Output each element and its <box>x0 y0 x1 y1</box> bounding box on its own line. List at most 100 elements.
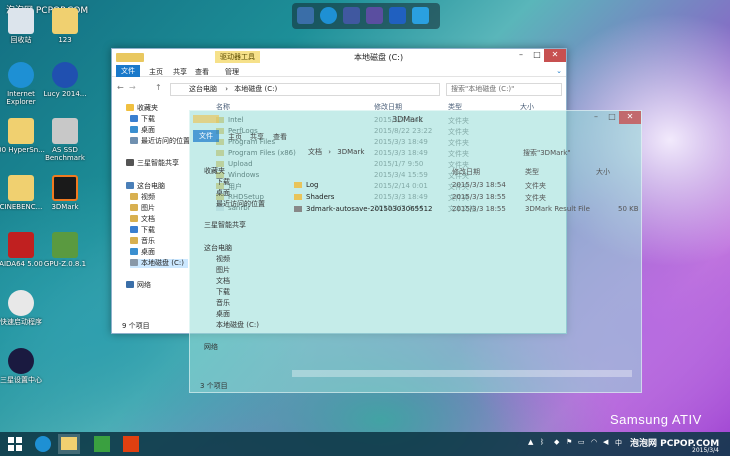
nav-music[interactable]: 音乐 <box>130 237 155 246</box>
desktop-icon-lucy[interactable]: Lucy 2014... <box>39 62 91 98</box>
battery-icon[interactable]: ▭ <box>578 438 585 446</box>
menu-home[interactable]: 主页 <box>228 132 242 142</box>
nav-downloads[interactable]: 下载 <box>216 178 230 187</box>
address-bar[interactable]: 文档 › 3DMark <box>250 147 505 159</box>
nav-music[interactable]: 音乐 <box>216 299 230 308</box>
nav-this-pc[interactable]: 这台电脑 <box>204 244 232 253</box>
nav-desktop[interactable]: 桌面 <box>130 126 155 135</box>
nav-pictures[interactable]: 图片 <box>216 266 230 275</box>
nav-downloads-pc[interactable]: 下载 <box>216 288 230 297</box>
nav-downloads-pc[interactable]: 下载 <box>130 226 155 235</box>
nav-videos[interactable]: 视频 <box>216 255 230 264</box>
input-language[interactable]: 中 <box>615 438 622 448</box>
maximize-button[interactable]: □ <box>605 111 619 124</box>
tray-app-icon[interactable]: ◆ <box>554 438 559 446</box>
breadcrumb-item[interactable]: 3DMark <box>337 148 364 156</box>
app-icon[interactable] <box>412 7 429 24</box>
nav-label: 本地磁盘 (C:) <box>141 259 184 267</box>
taskbar-store[interactable] <box>91 434 113 454</box>
quick-access-icon[interactable] <box>193 115 219 123</box>
desktop-icon-quick-launch[interactable]: 快速启动程序 <box>0 290 47 326</box>
nav-recent[interactable]: 最近访问的位置 <box>130 137 190 146</box>
ie-icon[interactable] <box>320 7 337 24</box>
nav-samsung-share[interactable]: 三星智能共享 <box>204 221 246 230</box>
nav-local-disk[interactable]: 本地磁盘 (C:) <box>130 259 188 268</box>
minimize-button[interactable]: – <box>589 111 603 124</box>
tray-up-arrow-icon[interactable]: ▲ <box>528 438 533 446</box>
app-icon[interactable] <box>366 7 383 24</box>
nav-videos[interactable]: 视频 <box>130 193 155 202</box>
minimize-button[interactable]: – <box>514 49 528 62</box>
app-icon[interactable] <box>389 7 406 24</box>
nav-documents[interactable]: 文档 <box>216 277 230 286</box>
search-input[interactable]: 搜索"本地磁盘 (C:)" <box>446 83 562 96</box>
menu-view[interactable]: 查看 <box>195 67 209 77</box>
flag-icon[interactable]: ⚑ <box>566 438 572 446</box>
breadcrumb-item[interactable]: 文档 <box>308 148 322 156</box>
nav-downloads[interactable]: 下载 <box>130 115 155 124</box>
nav-this-pc[interactable]: 这台电脑 <box>126 182 165 191</box>
breadcrumb-item[interactable]: 这台电脑 <box>189 85 217 93</box>
desktop-icon-samsung-settings[interactable]: 三星设置中心 <box>0 348 47 384</box>
computer-icon <box>126 182 134 189</box>
nav-desktop[interactable]: 桌面 <box>216 189 230 198</box>
maximize-button[interactable]: □ <box>530 49 544 62</box>
menu-manage[interactable]: 管理 <box>225 67 239 77</box>
explorer-window-3dmark[interactable]: 3DMark – □ ✕ 文件 主页 共享 查看 文档 › 3DMark 搜索"… <box>189 110 642 393</box>
desktop-icon-folder-123[interactable]: 123 <box>39 8 91 44</box>
nav-desktop-pc[interactable]: 桌面 <box>130 248 155 257</box>
menu-view[interactable]: 查看 <box>273 132 287 142</box>
nav-favorites[interactable]: 收藏夹 <box>204 167 225 176</box>
column-header-date[interactable]: 修改日期 <box>452 167 480 177</box>
close-button[interactable]: ✕ <box>544 49 566 62</box>
nav-documents[interactable]: 文档 <box>130 215 155 224</box>
taskbar-office[interactable] <box>120 434 142 454</box>
nav-samsung-share[interactable]: 三星智能共享 <box>126 159 179 168</box>
wifi-icon[interactable]: ◠ <box>591 438 597 446</box>
search-input[interactable]: 搜索"3DMark" <box>523 148 571 158</box>
app-icon[interactable] <box>343 7 360 24</box>
menu-file[interactable]: 文件 <box>193 130 219 142</box>
address-bar[interactable]: 这台电脑 › 本地磁盘 (C:) <box>170 83 440 96</box>
column-header-size[interactable]: 大小 <box>596 167 610 177</box>
nav-network[interactable]: 网络 <box>204 343 218 352</box>
nav-pictures[interactable]: 图片 <box>130 204 155 213</box>
nav-label: 最近访问的位置 <box>141 137 190 145</box>
file-name: Shaders <box>306 193 335 201</box>
start-button[interactable] <box>4 434 26 454</box>
windows-logo-icon <box>8 437 22 451</box>
nav-recent[interactable]: 最近访问的位置 <box>216 200 265 209</box>
breadcrumb-item[interactable]: 本地磁盘 (C:) <box>234 85 277 93</box>
desktop-icon-as-ssd[interactable]: AS SSD Benchmark <box>39 118 91 162</box>
nav-network[interactable]: 网络 <box>126 281 151 290</box>
desktop-icon-gpuz[interactable]: GPU-Z.0.8.1 <box>39 232 91 268</box>
close-button[interactable]: ✕ <box>619 111 641 124</box>
bluetooth-icon[interactable]: ᛒ <box>540 438 544 446</box>
title-bar[interactable]: 驱动器工具 本地磁盘 (C:) – □ ✕ <box>112 49 566 65</box>
nav-favorites[interactable]: 收藏夹 <box>126 104 158 113</box>
expand-ribbon-icon[interactable]: ⌄ <box>556 67 562 75</box>
clock-date[interactable]: 2015/3/4 <box>692 447 719 454</box>
taskbar-ie[interactable] <box>32 434 54 454</box>
nav-label: 文档 <box>141 215 155 223</box>
volume-icon[interactable]: ◀ <box>603 438 608 446</box>
up-icon[interactable]: ↑ <box>155 83 162 92</box>
forward-icon[interactable]: → <box>129 83 136 92</box>
quick-access-icon[interactable] <box>116 53 144 62</box>
menu-share[interactable]: 共享 <box>173 67 187 77</box>
nav-label: 下载 <box>216 288 230 296</box>
menu-file[interactable]: 文件 <box>116 65 140 77</box>
folder-icon <box>52 8 78 34</box>
tools-tab[interactable]: 驱动器工具 <box>215 51 260 63</box>
desktop-icon-3dmark[interactable]: 3DMark <box>39 175 91 211</box>
file-type: 文件夹 <box>525 194 546 202</box>
back-icon[interactable]: ← <box>117 83 124 92</box>
taskbar-explorer[interactable] <box>58 434 80 454</box>
nav-desktop-pc[interactable]: 桌面 <box>216 310 230 319</box>
app-icon[interactable] <box>297 7 314 24</box>
nav-local-disk[interactable]: 本地磁盘 (C:) <box>216 321 259 330</box>
column-header-type[interactable]: 类型 <box>525 167 539 177</box>
menu-share[interactable]: 共享 <box>250 132 264 142</box>
horizontal-scrollbar[interactable] <box>292 370 632 377</box>
menu-home[interactable]: 主页 <box>149 67 163 77</box>
